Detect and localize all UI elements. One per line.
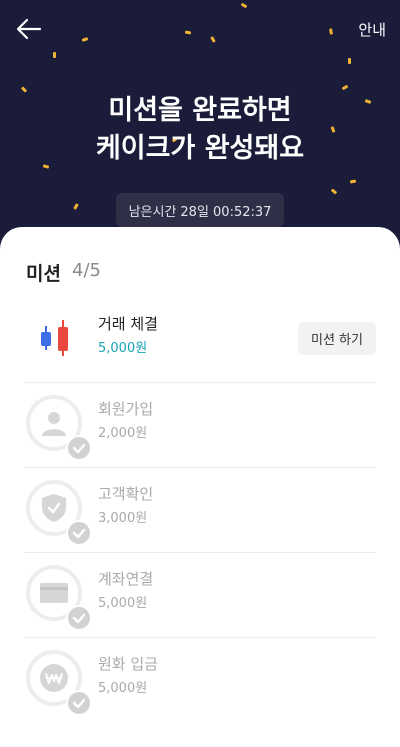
completed-check-icon bbox=[66, 435, 92, 461]
mission-title: 계좌연결 bbox=[98, 570, 154, 588]
card-icon bbox=[40, 583, 68, 603]
missions-sheet: 미션 4/5 거래 체결 5,000원 미션 하기 회원가입 2,000원 고객… bbox=[0, 227, 400, 747]
mission-item-signup: 회원가입 2,000원 bbox=[24, 382, 376, 468]
mission-reward: 5,000원 bbox=[98, 596, 148, 611]
completed-check-icon bbox=[66, 520, 92, 546]
do-mission-button[interactable]: 미션 하기 bbox=[298, 322, 376, 355]
mission-reward: 2,000원 bbox=[98, 426, 148, 441]
missions-title: 미션 bbox=[26, 263, 61, 285]
mission-icon bbox=[26, 395, 92, 461]
mission-reward: 5,000원 bbox=[98, 341, 148, 356]
user-icon bbox=[42, 412, 66, 436]
mission-item-trade: 거래 체결 5,000원 미션 하기 bbox=[24, 297, 376, 383]
candlestick-chart-icon bbox=[41, 320, 68, 356]
missions-progress: 4/5 bbox=[72, 260, 101, 281]
mission-title: 거래 체결 bbox=[98, 315, 158, 333]
mission-icon bbox=[26, 480, 92, 546]
mission-icon bbox=[26, 650, 92, 716]
remaining-time-badge: 남은시간 28일 00:52:37 bbox=[116, 193, 284, 227]
shield-check-icon bbox=[42, 494, 66, 522]
guide-link[interactable]: 안내 bbox=[358, 19, 386, 40]
remaining-time-value: 28일 00:52:37 bbox=[180, 204, 272, 220]
mission-item-kyc: 고객확인 3,000원 bbox=[24, 467, 376, 553]
krw-coin-icon bbox=[40, 664, 68, 692]
mission-reward: 5,000원 bbox=[98, 681, 148, 696]
hero-banner: 안내 미션을 완료하면 케이크가 완성돼요 남은시간 28일 00:52:37 bbox=[0, 0, 400, 250]
mission-title: 회원가입 bbox=[98, 400, 154, 418]
mission-item-account-link: 계좌연결 5,000원 bbox=[24, 552, 376, 638]
mission-title: 고객확인 bbox=[98, 485, 154, 503]
mission-item-krw-deposit: 원화 입금 5,000원 bbox=[24, 637, 376, 722]
completed-check-icon bbox=[66, 690, 92, 716]
mission-reward: 3,000원 bbox=[98, 511, 148, 526]
mission-icon bbox=[26, 310, 82, 366]
remaining-time-label: 남은시간 bbox=[128, 204, 177, 220]
back-button[interactable] bbox=[16, 18, 42, 40]
headline-line-2: 케이크가 완성돼요 bbox=[95, 133, 305, 164]
headline-line-1: 미션을 완료하면 bbox=[108, 95, 292, 126]
page-headline: 미션을 완료하면 케이크가 완성돼요 bbox=[0, 92, 400, 168]
mission-icon bbox=[26, 565, 92, 631]
arrow-left-icon bbox=[16, 18, 42, 40]
completed-check-icon bbox=[66, 605, 92, 631]
mission-title: 원화 입금 bbox=[98, 655, 158, 673]
